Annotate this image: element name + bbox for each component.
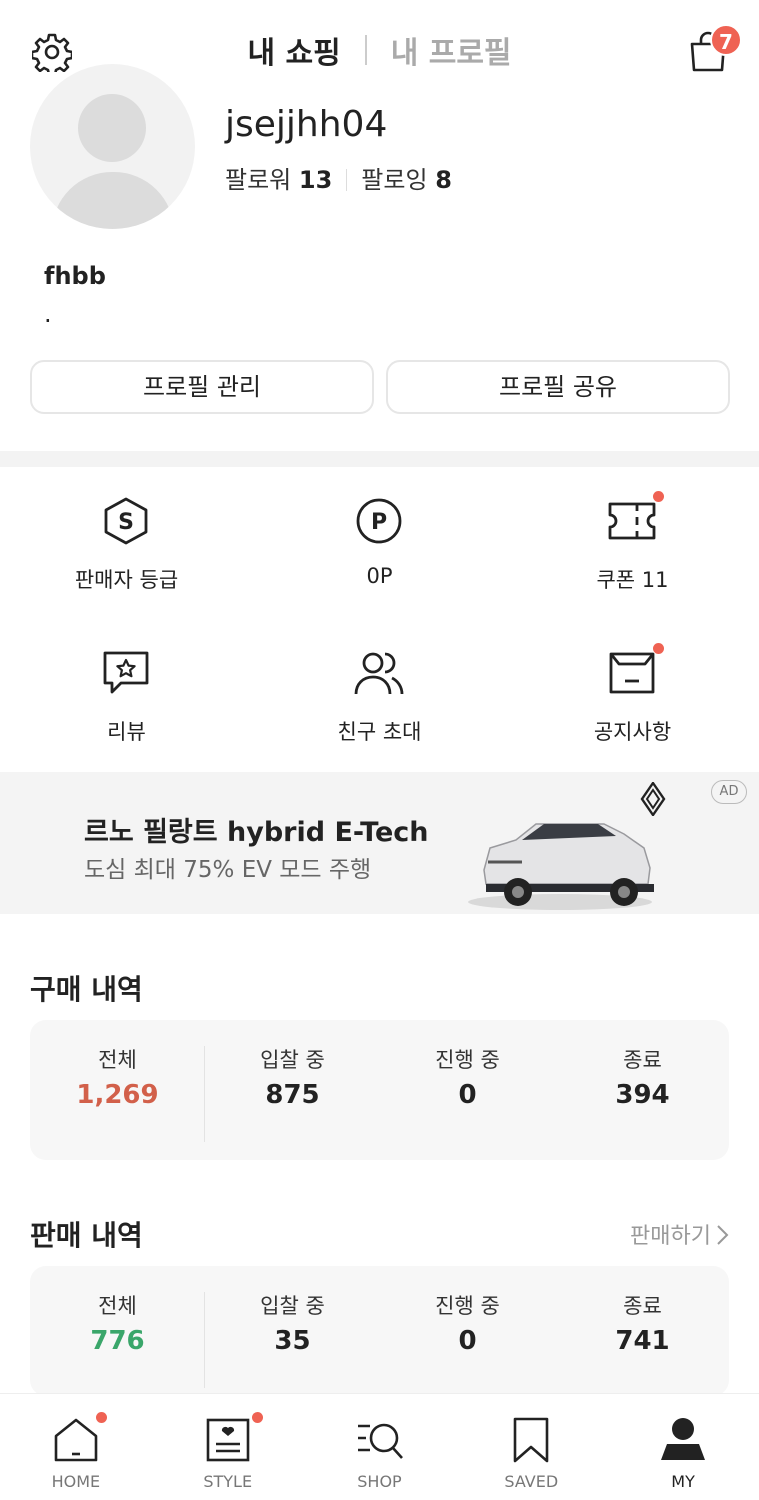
bookmark-icon	[514, 1417, 549, 1463]
start-selling-link[interactable]: 판매하기	[630, 1218, 729, 1250]
manage-profile-button[interactable]: 프로필 관리	[30, 360, 374, 414]
ad-subtitle: 도심 최대 75% EV 모드 주행	[84, 857, 372, 883]
notice-box-icon	[609, 652, 655, 694]
sales-stat-in-progress[interactable]: 진행 중 0	[380, 1290, 555, 1356]
bio-name: fhbb	[44, 262, 106, 290]
share-profile-button[interactable]: 프로필 공유	[386, 360, 730, 414]
coupon-ticket-icon	[608, 502, 656, 540]
points-icon: P	[356, 498, 402, 544]
sales-history-title: 판매 내역	[30, 1219, 143, 1252]
purchase-history-title: 구매 내역	[30, 973, 143, 1006]
nav-style[interactable]: STYLE	[152, 1394, 304, 1500]
sales-stat-bidding[interactable]: 입찰 중 35	[205, 1290, 380, 1356]
purchase-stat-completed[interactable]: 종료 394	[555, 1044, 730, 1110]
review-star-icon	[103, 651, 149, 694]
sales-stat-completed[interactable]: 종료 741	[555, 1290, 730, 1356]
svg-text:S: S	[118, 510, 134, 535]
ad-title: 르노 필랑트 hybrid E-Tech	[84, 817, 429, 848]
ad-badge[interactable]: AD	[711, 780, 747, 804]
purchase-stat-total[interactable]: 전체 1,269	[30, 1044, 205, 1110]
profile-icon	[661, 1418, 706, 1460]
style-notification-dot	[251, 1412, 263, 1423]
renault-logo-icon	[640, 782, 666, 816]
shop-search-icon	[357, 1423, 403, 1459]
username: jsejjhh04	[225, 104, 388, 145]
sales-stats-card: 전체 776 입찰 중 35 진행 중 0 종료 741	[30, 1266, 729, 1396]
menu-invite-friends[interactable]: 친구 초대	[253, 648, 506, 768]
bio-text: .	[44, 300, 52, 328]
home-icon	[54, 1418, 98, 1462]
sales-stat-total[interactable]: 전체 776	[30, 1290, 205, 1356]
chevron-right-icon	[717, 1225, 729, 1245]
notices-notification-dot	[653, 643, 664, 654]
tab-my-shopping[interactable]: 내 쇼핑	[247, 28, 340, 72]
follow-counts: 팔로워 13 팔로잉 8	[225, 160, 452, 195]
home-notification-dot	[96, 1412, 107, 1423]
following-link[interactable]: 팔로잉 8	[361, 166, 452, 194]
car-image	[468, 823, 654, 910]
coupons-notification-dot	[653, 491, 664, 502]
followers-link[interactable]: 팔로워 13	[225, 166, 332, 194]
svg-text:P: P	[371, 510, 387, 535]
nav-saved[interactable]: SAVED	[455, 1394, 607, 1500]
section-divider	[0, 451, 759, 467]
purchase-stat-bidding[interactable]: 입찰 중 875	[205, 1044, 380, 1110]
nav-shop[interactable]: SHOP	[304, 1394, 456, 1500]
menu-points[interactable]: P 0P	[253, 496, 506, 616]
avatar[interactable]	[30, 64, 195, 229]
purchase-stat-in-progress[interactable]: 진행 중 0	[380, 1044, 555, 1110]
menu-seller-grade[interactable]: S 판매자 등급	[0, 496, 253, 616]
purchase-stats-card: 전체 1,269 입찰 중 875 진행 중 0 종료 394	[30, 1020, 729, 1160]
tab-my-profile[interactable]: 내 프로필	[391, 28, 512, 72]
menu-reviews[interactable]: 리뷰	[0, 648, 253, 768]
nav-home[interactable]: HOME	[0, 1394, 152, 1500]
ad-banner[interactable]: 르노 필랑트 hybrid E-Tech 도심 최대 75% EV 모드 주행 …	[0, 772, 759, 914]
nav-my[interactable]: MY	[607, 1394, 759, 1500]
tab-divider	[364, 35, 367, 65]
bottom-nav: HOME STYLE SHOP SAVED MY	[0, 1393, 759, 1500]
seller-grade-icon: S	[104, 497, 148, 545]
menu-coupons[interactable]: 쿠폰 11	[506, 491, 759, 616]
style-feed-icon	[206, 1418, 250, 1462]
cart-count-badge: 7	[710, 24, 742, 56]
menu-notices[interactable]: 공지사항	[506, 643, 759, 768]
friends-icon	[354, 652, 404, 695]
